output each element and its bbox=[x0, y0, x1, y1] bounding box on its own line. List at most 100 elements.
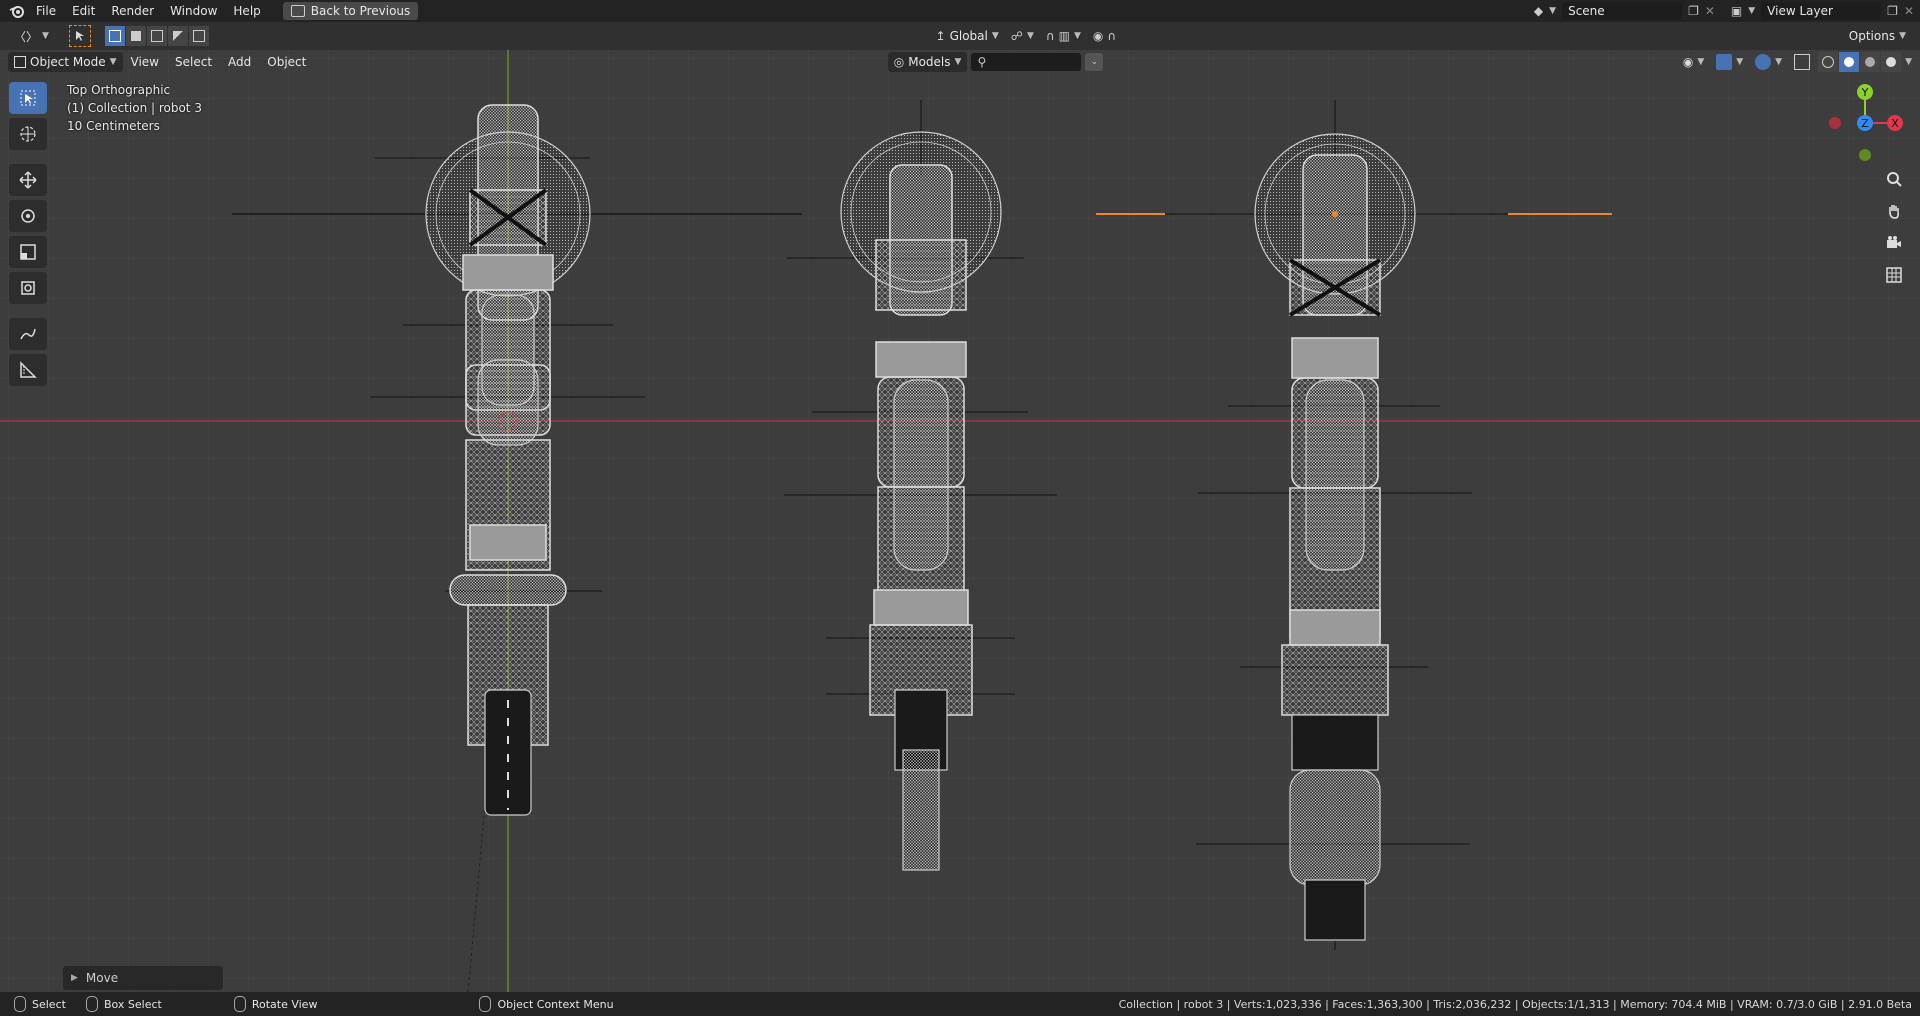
transform-orientation-label: Global bbox=[949, 29, 988, 43]
select-invert-icon[interactable] bbox=[167, 26, 188, 46]
viewport-search-input[interactable]: ⚲ bbox=[971, 53, 1082, 71]
gizmo-neg-x-icon[interactable] bbox=[1829, 117, 1841, 129]
menu-view[interactable]: View bbox=[123, 51, 167, 73]
new-scene-icon[interactable]: ❐ bbox=[1688, 4, 1699, 18]
scene-name-field[interactable]: Scene bbox=[1562, 2, 1683, 20]
tool-shelf bbox=[9, 82, 47, 386]
remove-scene-icon[interactable]: ✕ bbox=[1705, 4, 1715, 18]
pivot-dropdown[interactable]: ☍ ▼ bbox=[1005, 26, 1040, 46]
mouse-right-icon bbox=[479, 996, 492, 1012]
scene-icon: ◆ bbox=[1533, 4, 1544, 18]
proportional-edit-dropdown[interactable]: ◉ ∩ bbox=[1087, 26, 1122, 46]
back-icon bbox=[290, 5, 305, 17]
blender-logo-icon[interactable] bbox=[6, 4, 28, 18]
expand-arrow-icon[interactable]: ▶ bbox=[71, 973, 78, 983]
select-intersect-icon[interactable] bbox=[188, 26, 209, 46]
back-to-previous-label: Back to Previous bbox=[310, 4, 411, 18]
measure-icon[interactable] bbox=[9, 354, 47, 386]
scene-selector[interactable]: ◆ ▼ Scene ❐ ✕ bbox=[1534, 2, 1715, 20]
gizmo-toggle[interactable]: ▼ bbox=[1710, 52, 1749, 72]
rotate-icon[interactable] bbox=[9, 200, 47, 232]
grid-icon[interactable] bbox=[1880, 262, 1908, 288]
collection-filter-dropdown[interactable]: ◎ Models ▼ bbox=[887, 52, 968, 72]
select-box-icon[interactable] bbox=[9, 82, 47, 114]
menu-file[interactable]: File bbox=[28, 0, 64, 22]
collection-filter-label: Models bbox=[908, 55, 951, 69]
object-mode-dropdown[interactable]: Object Mode ▼ bbox=[8, 52, 123, 72]
view-layer-field[interactable]: View Layer bbox=[1761, 2, 1882, 20]
snap-increment-icon: ▥ bbox=[1058, 29, 1070, 43]
search-icon: ⚲ bbox=[977, 55, 987, 69]
chevron-down-icon: ▼ bbox=[109, 57, 117, 67]
chevron-down-icon: ▼ bbox=[42, 31, 49, 41]
active-tool-icon[interactable] bbox=[68, 25, 91, 47]
shading-mode-group bbox=[1818, 52, 1902, 72]
top-menu-bar: File Edit Render Window Help Back to Pre… bbox=[0, 0, 1920, 22]
chevron-down-icon[interactable]: ▼ bbox=[1905, 57, 1912, 67]
menu-window[interactable]: Window bbox=[162, 0, 225, 22]
scale-icon[interactable] bbox=[9, 236, 47, 268]
solid-shading-icon[interactable] bbox=[1839, 52, 1860, 72]
overlays-icon bbox=[1755, 54, 1772, 70]
transform-orientation-dropdown[interactable]: ↥ Global ▼ bbox=[930, 26, 1005, 46]
status-box-select: Box Select bbox=[80, 996, 168, 1012]
gizmo-neg-y-icon[interactable] bbox=[1859, 149, 1871, 161]
chevron-down-icon: ▼ bbox=[1074, 31, 1081, 41]
menu-add[interactable]: Add bbox=[220, 51, 259, 73]
chevron-down-icon: ▼ bbox=[1899, 31, 1907, 41]
options-dropdown[interactable]: Options ▼ bbox=[1843, 26, 1912, 46]
move-icon[interactable] bbox=[9, 164, 47, 196]
chevron-down-icon: ▼ bbox=[954, 57, 962, 67]
mouse-left-icon bbox=[14, 996, 26, 1012]
hand-icon[interactable] bbox=[1880, 198, 1908, 224]
remove-view-layer-icon[interactable]: ✕ bbox=[1904, 4, 1914, 18]
select-extend-icon[interactable] bbox=[125, 26, 146, 46]
filter-chevron-icon[interactable]: ⌄ bbox=[1085, 53, 1104, 71]
new-view-layer-icon[interactable]: ❐ bbox=[1887, 4, 1898, 18]
chevron-down-icon: ▼ bbox=[1736, 57, 1744, 67]
3d-viewport[interactable]: Top Orthographic (1) Collection | robot … bbox=[0, 50, 1920, 992]
transform-icon[interactable] bbox=[9, 272, 47, 304]
eye-icon: ◉ bbox=[1682, 55, 1694, 69]
cursor-icon[interactable] bbox=[9, 118, 47, 150]
last-operator-panel[interactable]: ▶ Move bbox=[63, 966, 223, 990]
camera-icon[interactable] bbox=[1880, 230, 1908, 256]
tool-header: 〈〉 ▼ ↥ Global ▼ ☍ ▼ ∩ ▥ ▼ ◉ ∩ Options ▼ bbox=[0, 22, 1920, 50]
viewport-header: Object Mode ▼ View Select Add Object ◎ M… bbox=[0, 50, 1920, 74]
status-select: Select bbox=[8, 996, 72, 1012]
menu-render[interactable]: Render bbox=[103, 0, 162, 22]
object-origin-icon bbox=[1332, 211, 1338, 217]
annotate-icon[interactable] bbox=[9, 318, 47, 350]
xray-toggle-icon[interactable] bbox=[1794, 54, 1811, 70]
status-bar: Select Box Select Rotate View Object Con… bbox=[0, 992, 1920, 1016]
snap-magnet-icon[interactable]: ∩ bbox=[1046, 29, 1055, 43]
select-subtract-icon[interactable] bbox=[146, 26, 167, 46]
viewport-canvas[interactable] bbox=[0, 50, 1920, 992]
visibility-dropdown[interactable]: ◉ ▼ bbox=[1677, 52, 1710, 72]
menu-object[interactable]: Object bbox=[259, 51, 314, 73]
material-shading-icon[interactable] bbox=[1860, 52, 1881, 72]
navigation-gizmo[interactable]: Y X Z bbox=[1822, 80, 1908, 166]
snap-dropdown[interactable]: ∩ ▥ ▼ bbox=[1040, 26, 1087, 46]
rendered-shading-icon[interactable] bbox=[1881, 52, 1902, 72]
overlays-toggle[interactable]: ▼ bbox=[1749, 52, 1788, 72]
chevron-down-icon: ▼ bbox=[1549, 6, 1557, 16]
menu-help[interactable]: Help bbox=[225, 0, 268, 22]
view-layer-selector[interactable]: ▣ ▼ View Layer ❐ ✕ bbox=[1731, 2, 1914, 20]
chevron-down-icon: ▼ bbox=[1026, 31, 1034, 41]
back-to-previous-button[interactable]: Back to Previous bbox=[282, 2, 419, 20]
proportional-edit-icon[interactable]: ◉ bbox=[1093, 29, 1103, 43]
select-new-icon[interactable] bbox=[104, 26, 125, 46]
object-mode-icon bbox=[14, 56, 26, 68]
falloff-icon[interactable]: ∩ bbox=[1107, 29, 1116, 43]
chevron-down-icon: ▼ bbox=[1775, 57, 1783, 67]
chevron-down-icon: ▼ bbox=[1748, 6, 1756, 16]
grid-scale: 10 Centimeters bbox=[67, 119, 160, 133]
wireframe-shading-icon[interactable] bbox=[1818, 52, 1839, 72]
menu-edit[interactable]: Edit bbox=[64, 0, 103, 22]
editor-type-dropdown[interactable]: 〈〉 ▼ bbox=[8, 26, 55, 46]
view-layer-icon: ▣ bbox=[1730, 4, 1743, 18]
menu-select[interactable]: Select bbox=[167, 51, 220, 73]
selection-mode-group bbox=[104, 26, 209, 46]
zoom-icon[interactable] bbox=[1880, 166, 1908, 192]
